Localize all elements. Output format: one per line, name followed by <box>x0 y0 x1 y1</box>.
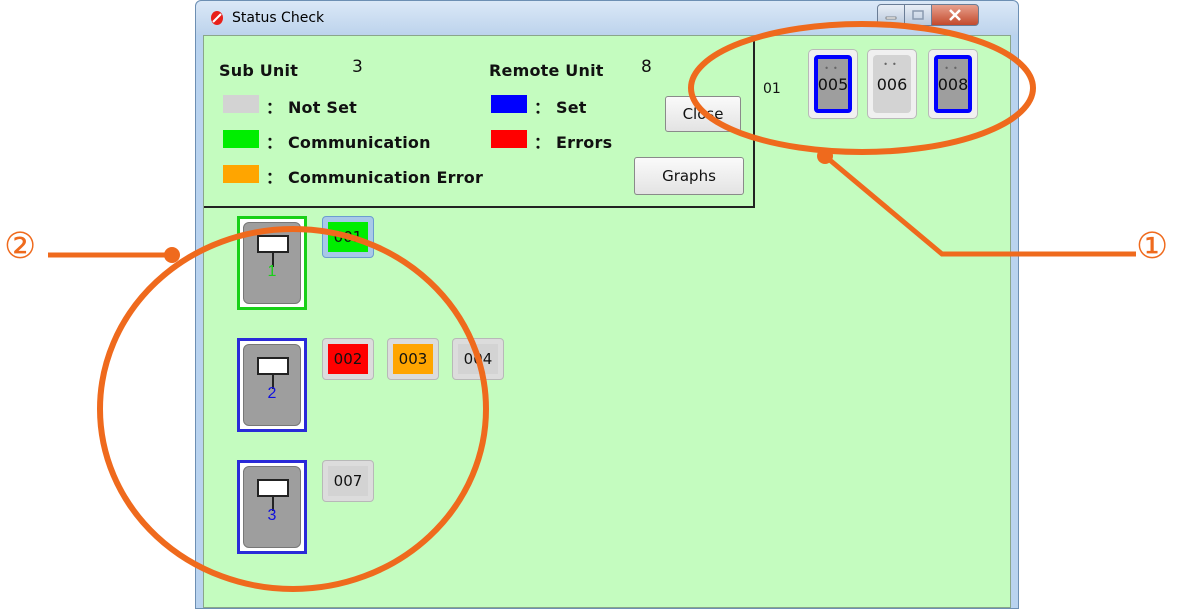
marker-2-dot <box>164 247 180 263</box>
annotation-overlay <box>48 21 1136 592</box>
sub-unit-highlight <box>97 226 489 592</box>
marker-1-label: ① <box>1136 226 1169 267</box>
marker-1-dot <box>817 148 833 164</box>
marker-1-leader <box>823 154 1136 257</box>
marker-2-label: ② <box>4 226 37 267</box>
remote-row-highlight <box>688 21 1036 155</box>
